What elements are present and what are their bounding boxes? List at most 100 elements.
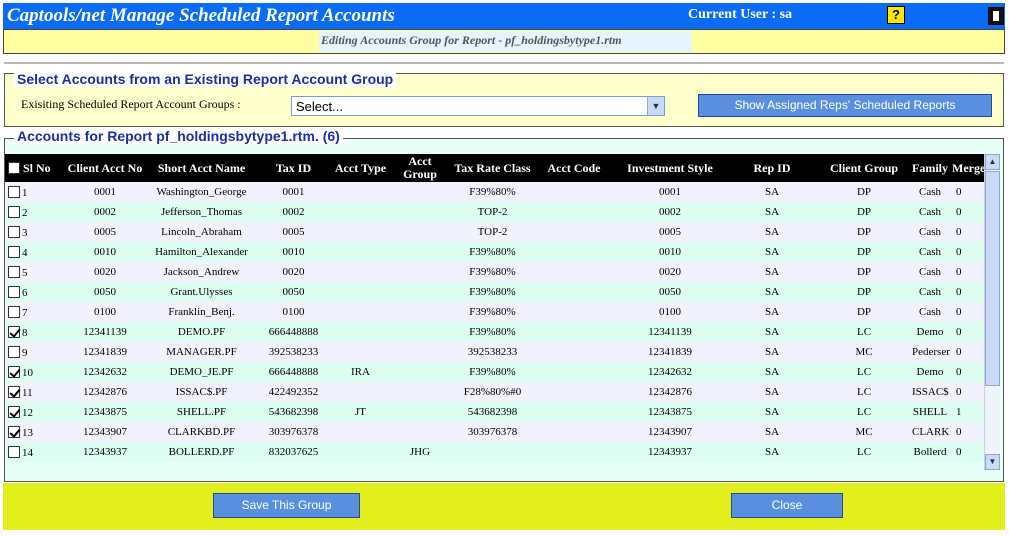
col-client-acct-no[interactable]: Client Acct No — [62, 154, 148, 182]
title-bar: Captools/net Manage Scheduled Report Acc… — [3, 3, 1005, 29]
table-row[interactable]: 14 12343937 BOLLERD.PF 832037625 JHG 12343937… — [5, 442, 984, 462]
cell-sl-no: 9 — [5, 342, 62, 362]
cell-acct-group — [389, 322, 451, 342]
cell-client-group: DP — [818, 262, 910, 282]
cell-tax-rate-class: F39%80% — [451, 322, 534, 342]
row-checkbox[interactable] — [8, 325, 20, 338]
help-icon[interactable]: ? — [887, 6, 905, 24]
cell-client-acct-no: 0050 — [62, 282, 148, 302]
table-row[interactable]: 3 0005 Lincoln_Abraham 0005 TOP-2 0005 SA DP Cas… — [5, 222, 984, 242]
chevron-down-icon[interactable]: ▼ — [647, 97, 664, 115]
cell-sl-no: 5 — [5, 262, 62, 282]
row-checkbox[interactable] — [8, 385, 20, 398]
col-acct-type[interactable]: Acct Type — [332, 154, 389, 182]
table-row[interactable]: 4 0010 Hamilton_Alexander 0010 F39%80% 0010 SA… — [5, 242, 984, 262]
cell-investment-style: 0020 — [614, 262, 726, 282]
table-row[interactable]: 1 0001 Washington_George 0001 F39%80% 0001 SA D… — [5, 182, 984, 202]
cell-investment-style: 12342632 — [614, 362, 726, 382]
cell-tax-id: 832037625 — [255, 442, 332, 462]
table-row[interactable]: 2 0002 Jefferson_Thomas 0002 TOP-2 0002 SA DP Ca… — [5, 202, 984, 222]
cell-client-group: LC — [818, 402, 910, 422]
cell-short-acct-name: Jefferson_Thomas — [148, 202, 255, 222]
cell-tax-rate-class — [451, 442, 534, 462]
col-acct-code[interactable]: Acct Code — [534, 154, 614, 182]
cell-tax-id: 0001 — [255, 182, 332, 202]
col-investment-style[interactable]: Investment Style — [614, 154, 726, 182]
save-group-button[interactable]: Save This Group — [213, 493, 360, 518]
cell-sl-no: 11 — [5, 382, 62, 402]
cell-sl-no: 13 — [5, 422, 62, 442]
select-all-checkbox[interactable] — [8, 161, 20, 174]
row-checkbox[interactable] — [8, 345, 20, 358]
cell-client-group: MC — [818, 422, 910, 442]
exit-door-icon[interactable] — [988, 7, 1004, 25]
cell-sl-no: 10 — [5, 362, 62, 382]
accounts-table: Sl No Client Acct No Short Acct Name Tax… — [5, 154, 984, 462]
row-checkbox[interactable] — [8, 365, 20, 378]
cell-acct-group — [389, 282, 451, 302]
cell-client-group: DP — [818, 282, 910, 302]
table-row[interactable]: 6 0050 Grant.Ulysses 0050 F39%80% 0050 SA DP Cas… — [5, 282, 984, 302]
col-sl-no[interactable]: Sl No — [5, 154, 62, 182]
col-merge-by[interactable]: Merge By — [950, 154, 984, 182]
col-short-acct-name[interactable]: Short Acct Name — [148, 154, 255, 182]
cell-investment-style: 0005 — [614, 222, 726, 242]
row-checkbox[interactable] — [8, 285, 20, 298]
row-checkbox[interactable] — [8, 245, 20, 258]
cell-short-acct-name: SHELL.PF — [148, 402, 255, 422]
cell-short-acct-name: DEMO_JE.PF — [148, 362, 255, 382]
accounts-title: Accounts for Report pf_holdingsbytype1.r… — [14, 128, 343, 144]
header-row: Sl No Client Acct No Short Acct Name Tax… — [5, 154, 984, 182]
cell-client-acct-no: 12343937 — [62, 442, 148, 462]
table-row[interactable]: 11 12342876 ISSAC$.PF 422492352 F28%80%#0 123… — [5, 382, 984, 402]
scroll-thumb[interactable] — [985, 171, 1000, 386]
col-tax-rate-class[interactable]: Tax Rate Class — [451, 154, 534, 182]
cell-sl-no: 2 — [5, 202, 62, 222]
cell-merge-by: 0 — [950, 242, 984, 262]
app-title: Captools/net Manage Scheduled Report Acc… — [7, 5, 395, 26]
col-acct-group[interactable]: Acct Group — [389, 154, 451, 182]
cell-client-acct-no: 0010 — [62, 242, 148, 262]
cell-acct-type — [332, 202, 389, 222]
row-checkbox[interactable] — [8, 445, 20, 458]
table-row[interactable]: 13 12343907 CLARKBD.PF 303976378 303976378 12… — [5, 422, 984, 442]
cell-acct-type — [332, 422, 389, 442]
row-checkbox[interactable] — [8, 185, 20, 198]
col-rep-id[interactable]: Rep ID — [726, 154, 818, 182]
cell-investment-style: 0050 — [614, 282, 726, 302]
cell-investment-style: 12342876 — [614, 382, 726, 402]
table-row[interactable]: 8 12341139 DEMO.PF 666448888 F39%80% 12341139… — [5, 322, 984, 342]
page-subtitle: Editing Accounts Group for Report - pf_h… — [321, 33, 622, 47]
select-value: Select... — [296, 99, 343, 114]
cell-acct-type — [332, 322, 389, 342]
cell-tax-rate-class: F39%80% — [451, 182, 534, 202]
table-row[interactable]: 9 12341839 MANAGER.PF 392538233 392538233 123… — [5, 342, 984, 362]
col-tax-id[interactable]: Tax ID — [255, 154, 332, 182]
col-family[interactable]: Family — [910, 154, 950, 182]
table-row[interactable]: 5 0020 Jackson_Andrew 0020 F39%80% 0020 SA DP Ca… — [5, 262, 984, 282]
row-checkbox[interactable] — [8, 205, 20, 218]
cell-rep-id: SA — [726, 222, 818, 242]
cell-tax-id: 666448888 — [255, 362, 332, 382]
show-assigned-reps-button[interactable]: Show Assigned Reps' Scheduled Reports — [698, 94, 992, 117]
cell-tax-rate-class: F39%80% — [451, 282, 534, 302]
existing-groups-select[interactable]: Select... ▼ — [291, 96, 665, 116]
row-checkbox[interactable] — [8, 405, 20, 418]
row-checkbox[interactable] — [8, 305, 20, 318]
close-button[interactable]: Close — [731, 493, 843, 518]
table-row[interactable]: 12 12343875 SHELL.PF 543682398 JT 543682398 12… — [5, 402, 984, 422]
row-checkbox[interactable] — [8, 265, 20, 278]
cell-rep-id: SA — [726, 182, 818, 202]
cell-client-group: LC — [818, 362, 910, 382]
cell-tax-rate-class: F28%80%#0 — [451, 382, 534, 402]
col-client-group[interactable]: Client Group — [818, 154, 910, 182]
table-row[interactable]: 10 12342632 DEMO_JE.PF 666448888 IRA F39%80% 1… — [5, 362, 984, 382]
table-row[interactable]: 7 0100 Franklin_Benj. 0100 F39%80% 0100 SA DP Ca… — [5, 302, 984, 322]
row-checkbox[interactable] — [8, 425, 20, 438]
scroll-up-icon[interactable]: ▲ — [985, 154, 1000, 170]
row-checkbox[interactable] — [8, 225, 20, 238]
vertical-scrollbar[interactable]: ▲ ▼ — [984, 154, 1000, 470]
cell-acct-code — [534, 302, 614, 322]
scroll-down-icon[interactable]: ▼ — [985, 454, 1000, 470]
cell-client-acct-no: 12343907 — [62, 422, 148, 442]
